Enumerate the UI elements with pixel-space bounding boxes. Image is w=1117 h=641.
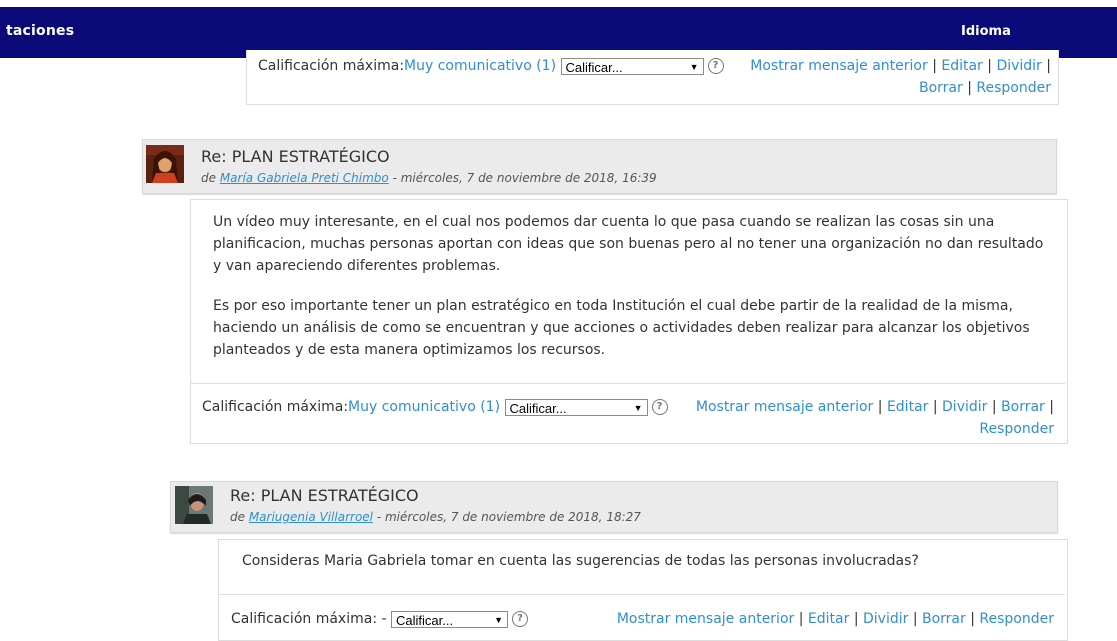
help-icon[interactable]: ?	[707, 58, 724, 74]
reply-link[interactable]: Responder	[979, 611, 1054, 627]
post-author-line: de Mariugenia Villarroel - miércoles, 7 …	[230, 510, 641, 524]
avatar[interactable]	[146, 145, 184, 183]
rating-select[interactable]: Calificar... ▼	[560, 57, 704, 75]
post-paragraph: Consideras Maria Gabriela tomar en cuent…	[242, 553, 919, 569]
reply-link[interactable]: Responder	[976, 80, 1051, 96]
show-parent-link[interactable]: Mostrar mensaje anterior	[617, 611, 794, 627]
show-parent-link[interactable]: Mostrar mensaje anterior	[696, 399, 873, 415]
nav-item-presentaciones[interactable]: taciones	[6, 23, 74, 39]
rating-value-link[interactable]: Muy comunicativo (1)	[404, 58, 556, 74]
show-parent-link[interactable]: Mostrar mensaje anterior	[750, 58, 927, 74]
rating-value-link[interactable]: Muy comunicativo (1)	[348, 399, 500, 415]
post-paragraph: Es por eso importante tener un plan estr…	[213, 298, 1030, 358]
split-link[interactable]: Dividir	[996, 58, 1041, 74]
reply-link[interactable]: Responder	[979, 421, 1054, 437]
post-rating-row: Calificación máxima:Muy comunicativo (1)…	[258, 55, 724, 77]
edit-link[interactable]: Editar	[808, 611, 849, 627]
chevron-down-icon: ▼	[689, 61, 699, 72]
edit-link[interactable]: Editar	[941, 58, 982, 74]
author-link[interactable]: Mariugenia Villarroel	[249, 510, 373, 524]
help-icon[interactable]: ?	[512, 611, 528, 627]
post-paragraph: Un vídeo muy interesante, en el cual nos…	[213, 214, 1044, 274]
split-link[interactable]: Dividir	[942, 399, 987, 415]
split-link[interactable]: Dividir	[863, 611, 908, 627]
rating-label: Calificación máxima:	[202, 399, 349, 415]
rating-select[interactable]: Calificar... ▼	[391, 610, 508, 628]
chevron-down-icon: ▼	[633, 402, 643, 413]
post-rating-row: Calificación máxima:Muy comunicativo (1)…	[202, 396, 668, 418]
edit-link[interactable]: Editar	[887, 399, 928, 415]
help-icon[interactable]: ?	[651, 399, 668, 415]
post-commands: Mostrar mensaje anterior | Editar | Divi…	[695, 399, 1054, 437]
delete-link[interactable]: Borrar	[919, 80, 963, 96]
delete-link[interactable]: Borrar	[922, 611, 966, 627]
post-author-line: de María Gabriela Preti Chimbo - miércol…	[201, 171, 657, 185]
post-subject: Re: PLAN ESTRATÉGICO	[201, 147, 390, 166]
post-commands: Mostrar mensaje anterior | Editar | Divi…	[750, 58, 1051, 96]
post-rating-row: Calificación máxima: - Calificar... ▼?	[231, 608, 528, 630]
divider	[191, 383, 1065, 384]
rating-value: -	[381, 611, 387, 627]
chevron-down-icon: ▼	[494, 614, 503, 625]
rating-label: Calificación máxima:	[231, 611, 378, 627]
rating-label: Calificación máxima:	[258, 58, 405, 74]
delete-link[interactable]: Borrar	[1001, 399, 1045, 415]
post-commands: Mostrar mensaje anterior | Editar | Divi…	[616, 611, 1054, 627]
author-link[interactable]: María Gabriela Preti Chimbo	[220, 171, 389, 185]
divider	[219, 594, 1065, 595]
avatar[interactable]	[175, 486, 213, 524]
post-subject: Re: PLAN ESTRATÉGICO	[230, 486, 419, 505]
post-date: - miércoles, 7 de noviembre de 2018, 16:…	[392, 171, 657, 185]
language-menu[interactable]: Idioma	[961, 24, 1011, 39]
rating-select[interactable]: Calificar... ▼	[504, 398, 648, 416]
post-date: - miércoles, 7 de noviembre de 2018, 18:…	[376, 510, 641, 524]
